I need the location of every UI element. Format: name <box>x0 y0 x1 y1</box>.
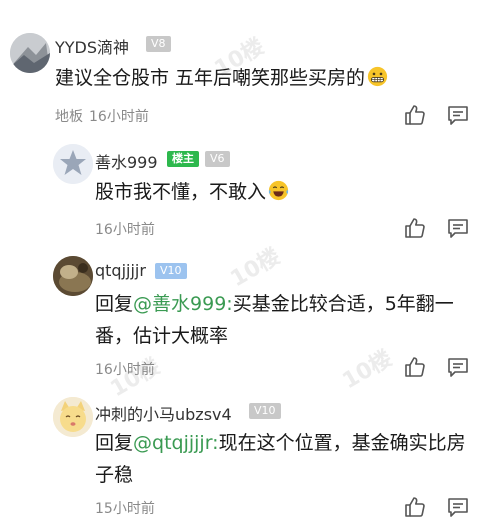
comment-item: YYDS滴神 V8 建议全仓股市 五年后嘲笑那些买房的 地板 16小时前 <box>0 0 480 135</box>
grimacing-face-icon <box>367 66 388 87</box>
comment-text: 回复@善水999:买基金比较合适，5年翻一番，估计大概率 <box>95 293 454 347</box>
comment-text: 股市我不懂，不敢入 <box>95 176 465 208</box>
like-button[interactable] <box>403 216 427 240</box>
timestamp: 16小时前 <box>95 222 155 238</box>
reply-button[interactable] <box>446 495 470 519</box>
floor-label: 地板 <box>55 109 83 125</box>
timestamp: 16小时前 <box>89 109 149 125</box>
laughing-tears-face-icon <box>268 180 289 201</box>
level-badge: V8 <box>146 36 171 52</box>
like-button[interactable] <box>403 355 427 379</box>
username[interactable]: 善水999 <box>95 149 158 173</box>
thumbs-up-icon <box>405 357 425 377</box>
comment-meta: 地板 16小时前 <box>55 106 149 126</box>
level-badge: V6 <box>205 151 230 167</box>
avatar[interactable] <box>53 397 93 437</box>
like-button[interactable] <box>403 495 427 519</box>
comment-bubble-icon <box>448 498 468 517</box>
username[interactable]: 冲刺的小马ubzsv4 <box>95 401 232 425</box>
like-button[interactable] <box>403 103 427 127</box>
thumbs-up-icon <box>405 105 425 125</box>
reply-button[interactable] <box>446 216 470 240</box>
comment-bubble-icon <box>448 358 468 377</box>
comment-bubble-icon <box>448 219 468 238</box>
reply-prefix: 回复 <box>95 293 134 315</box>
avatar[interactable] <box>10 33 50 73</box>
comment-text: 回复@qtqjjjjr:现在这个位置，基金确实比房子稳 <box>95 432 466 486</box>
reply-prefix: 回复 <box>95 432 134 454</box>
timestamp: 16小时前 <box>95 362 155 378</box>
comment-bubble-icon <box>448 106 468 125</box>
thumbs-up-icon <box>405 497 425 517</box>
mention-link[interactable]: @善水999: <box>133 293 233 315</box>
username[interactable]: YYDS滴神 <box>55 34 129 58</box>
thumbs-up-icon <box>405 218 425 238</box>
reply-button[interactable] <box>446 355 470 379</box>
reply-button[interactable] <box>446 103 470 127</box>
comment-meta: 15小时前 <box>95 498 155 518</box>
comment-meta: 16小时前 <box>95 359 155 379</box>
username[interactable]: qtqjjjjr <box>95 261 146 280</box>
comment-item: qtqjjjjr V10 回复@善水999:买基金比较合适，5年翻一番，估计大概… <box>0 245 480 385</box>
timestamp: 15小时前 <box>95 501 155 517</box>
owner-badge: 楼主 <box>167 151 199 167</box>
avatar[interactable] <box>53 144 93 184</box>
level-badge: V10 <box>249 403 281 419</box>
level-badge: V10 <box>155 263 187 279</box>
comment-item: 善水999 楼主 V6 股市我不懂，不敢入 16小时前 <box>0 135 480 245</box>
avatar[interactable] <box>53 256 93 296</box>
mention-link[interactable]: @qtqjjjjr: <box>133 432 219 454</box>
comment-text: 建议全仓股市 五年后嘲笑那些买房的 <box>55 62 465 94</box>
comment-item: 冲刺的小马ubzsv4 V10 回复@qtqjjjjr:现在这个位置，基金确实比… <box>0 385 480 532</box>
comment-meta: 16小时前 <box>95 219 155 239</box>
